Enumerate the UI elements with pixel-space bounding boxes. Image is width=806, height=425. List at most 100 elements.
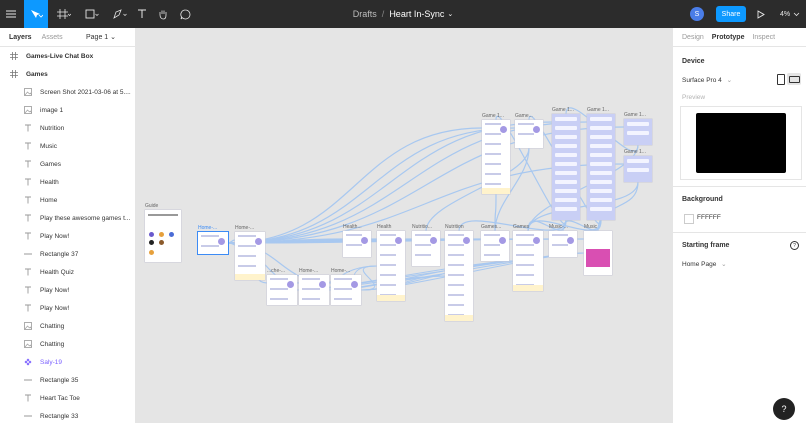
- frame-label[interactable]: Home-...: [331, 268, 350, 274]
- tab-inspect[interactable]: Inspect: [752, 34, 775, 41]
- layer-item[interactable]: Play Now!: [0, 281, 135, 299]
- frame-label[interactable]: Guide: [145, 203, 158, 209]
- canvas-frame[interactable]: [549, 231, 577, 257]
- zoom-dropdown[interactable]: 4%: [780, 0, 800, 28]
- layer-item[interactable]: Home: [0, 191, 135, 209]
- page-selector[interactable]: Page 1 ⌄: [86, 33, 116, 41]
- landscape-orientation-button[interactable]: [787, 73, 801, 85]
- layer-item[interactable]: image 1: [0, 101, 135, 119]
- layer-item[interactable]: Games: [0, 155, 135, 173]
- canvas-frame[interactable]: [377, 231, 405, 301]
- layer-item[interactable]: Chatting: [0, 317, 135, 335]
- device-section-title: Device: [682, 58, 705, 65]
- layer-item[interactable]: Nutrition: [0, 119, 135, 137]
- frame-label[interactable]: Nutritio...: [412, 224, 432, 230]
- frame-label[interactable]: Game 1...: [587, 107, 609, 113]
- canvas-frame[interactable]: [584, 231, 612, 275]
- frame-label[interactable]: Games...: [481, 224, 501, 230]
- tab-layers[interactable]: Layers: [9, 34, 32, 41]
- layer-item[interactable]: Health: [0, 173, 135, 191]
- canvas-frame[interactable]: [513, 231, 543, 291]
- layer-label: Nutrition: [40, 124, 65, 132]
- layer-item[interactable]: Rectangle 35: [0, 371, 135, 389]
- frame-label[interactable]: Music-...: [549, 224, 568, 230]
- starting-frame-value: Home Page: [682, 261, 717, 268]
- canvas-frame[interactable]: [145, 210, 181, 262]
- background-color-swatch[interactable]: [684, 214, 694, 224]
- canvas-frame[interactable]: [412, 231, 440, 266]
- background-section-title: Background: [682, 196, 723, 203]
- layer-item[interactable]: Play these awesome games t...: [0, 209, 135, 227]
- layer-item[interactable]: Saly-19: [0, 353, 135, 371]
- canvas-frame[interactable]: [624, 119, 652, 145]
- layer-item[interactable]: Music: [0, 137, 135, 155]
- tab-prototype[interactable]: Prototype: [712, 34, 745, 41]
- canvas-frame[interactable]: [343, 231, 371, 257]
- layer-item[interactable]: Games: [0, 65, 135, 83]
- background-color-value[interactable]: FFFFFF: [697, 214, 721, 221]
- frame-label[interactable]: Game 1...: [624, 112, 646, 118]
- frame-label[interactable]: Game 1...: [482, 113, 504, 119]
- help-button[interactable]: ?: [773, 398, 795, 420]
- frame-label[interactable]: ...che-...: [267, 268, 285, 274]
- frame-label[interactable]: Game 1...: [624, 149, 646, 155]
- device-dropdown[interactable]: Surface Pro 4 ⌄: [682, 76, 732, 84]
- frame-label[interactable]: Home-...: [198, 225, 217, 231]
- layer-label: Games: [26, 70, 48, 78]
- file-name[interactable]: Heart In-Sync: [389, 9, 444, 19]
- canvas-frame[interactable]: [624, 156, 652, 182]
- layer-item[interactable]: Rectangle 37: [0, 245, 135, 263]
- design-canvas[interactable]: Guide Home-... Home-... Health... Health Nutr…: [135, 28, 672, 423]
- canvas-frame[interactable]: [267, 275, 297, 305]
- portrait-orientation-icon[interactable]: [777, 74, 785, 85]
- canvas-frame[interactable]: [198, 232, 228, 254]
- chevron-down-icon[interactable]: ⌄: [447, 10, 453, 18]
- frame-label[interactable]: Game...: [515, 113, 533, 119]
- layer-item[interactable]: Chatting: [0, 335, 135, 353]
- canvas-frame[interactable]: [299, 275, 329, 305]
- device-screen: [696, 113, 786, 173]
- frame-label[interactable]: Games: [513, 224, 529, 230]
- canvas-frame[interactable]: [481, 231, 509, 261]
- frame-label[interactable]: Nutrition: [445, 224, 464, 230]
- canvas-frame[interactable]: [552, 114, 580, 220]
- breadcrumb-project[interactable]: Drafts: [353, 9, 377, 19]
- present-button[interactable]: [754, 0, 768, 28]
- layer-label: Saly-19: [40, 358, 63, 366]
- prototype-link: [527, 144, 639, 232]
- image-icon: [22, 86, 34, 98]
- text-icon: [22, 284, 34, 296]
- layer-item[interactable]: Games-Live Chat Box: [0, 47, 135, 65]
- frame-label[interactable]: Home-...: [235, 225, 254, 231]
- chevron-down-icon: ⌄: [721, 261, 727, 268]
- layer-item[interactable]: Heart Tac Toe: [0, 389, 135, 407]
- layer-item[interactable]: Health Quiz: [0, 263, 135, 281]
- layer-label: Play these awesome games t...: [40, 214, 131, 222]
- canvas-frame[interactable]: [235, 232, 265, 280]
- frame-label[interactable]: Home-...: [299, 268, 318, 274]
- share-button[interactable]: Share: [716, 6, 746, 22]
- layer-item[interactable]: Play Now!: [0, 227, 135, 245]
- frame-label[interactable]: Game 1...: [552, 107, 574, 113]
- canvas-frame[interactable]: [445, 231, 473, 321]
- canvas-frame[interactable]: [515, 120, 543, 148]
- canvas-frame[interactable]: [482, 120, 510, 194]
- text-icon: [22, 230, 34, 242]
- layer-label: Games: [40, 160, 61, 168]
- frame-label[interactable]: Health...: [343, 224, 362, 230]
- help-circle-icon[interactable]: ?: [790, 241, 799, 250]
- canvas-frame[interactable]: [587, 114, 615, 220]
- layer-item[interactable]: Play Now!: [0, 299, 135, 317]
- text-icon: [22, 158, 34, 170]
- prototype-link: [227, 127, 516, 244]
- tab-design[interactable]: Design: [682, 34, 704, 41]
- text-icon: [22, 212, 34, 224]
- tab-assets[interactable]: Assets: [42, 34, 63, 41]
- starting-frame-dropdown[interactable]: Home Page ⌄: [682, 260, 727, 268]
- avatar[interactable]: S: [690, 7, 704, 21]
- frame-label[interactable]: Health: [377, 224, 391, 230]
- canvas-frame[interactable]: [331, 275, 361, 305]
- layer-item[interactable]: Rectangle 33: [0, 407, 135, 425]
- frame-label[interactable]: Music: [584, 224, 597, 230]
- layer-item[interactable]: Screen Shot 2021-03-06 at 5....: [0, 83, 135, 101]
